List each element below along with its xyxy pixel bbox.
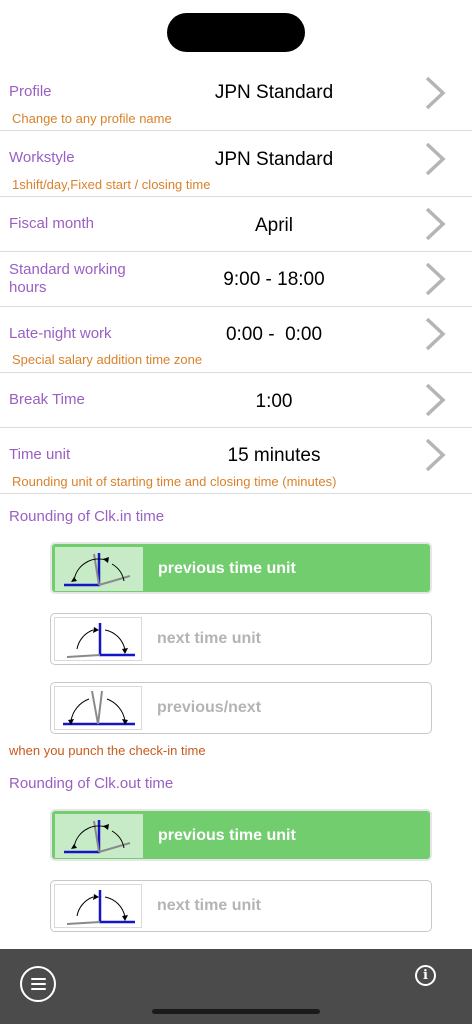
standard-working-hours-row[interactable]: Standard working hours 9:00 - 18:00 xyxy=(0,252,472,307)
row-label: Break Time xyxy=(9,391,85,408)
chevron-right-icon xyxy=(425,383,446,417)
info-icon[interactable]: i xyxy=(415,965,436,986)
menu-icon[interactable] xyxy=(20,966,56,1002)
clock-out-next-option[interactable]: next time unit xyxy=(50,880,432,932)
clock-in-previous-option[interactable]: previous time unit xyxy=(50,542,432,594)
row-label: Standard working hours xyxy=(9,261,126,296)
round-previous-icon xyxy=(55,814,143,858)
option-label: next time unit xyxy=(157,897,262,914)
clock-in-next-option[interactable]: next time unit xyxy=(50,613,432,665)
round-previous-next-icon xyxy=(54,686,142,730)
break-time-row[interactable]: Break Time 1:00 xyxy=(0,373,472,428)
chevron-right-icon xyxy=(425,438,446,472)
row-label: Profile xyxy=(9,83,52,100)
round-previous-icon xyxy=(55,547,143,591)
row-label: Workstyle xyxy=(9,149,75,166)
device-notch xyxy=(167,13,305,52)
row-subtext: Rounding unit of starting time and closi… xyxy=(12,474,337,489)
row-value: JPN Standard xyxy=(214,82,334,103)
workstyle-row[interactable]: Workstyle JPN Standard 1shift/day,Fixed … xyxy=(0,131,472,197)
clock-in-note: when you punch the check-in time xyxy=(9,743,206,758)
row-subtext: 1shift/day,Fixed start / closing time xyxy=(12,177,211,192)
row-value: JPN Standard xyxy=(214,149,334,170)
round-next-icon xyxy=(54,617,142,661)
row-subtext: Special salary addition time zone xyxy=(12,352,203,367)
option-label: next time unit xyxy=(157,630,262,647)
chevron-right-icon xyxy=(425,76,446,110)
home-indicator xyxy=(152,1009,320,1014)
row-value: 15 minutes xyxy=(227,445,321,466)
clock-out-previous-option[interactable]: previous time unit xyxy=(50,809,432,861)
option-label: previous time unit xyxy=(158,560,296,577)
fiscal-month-row[interactable]: Fiscal month April xyxy=(0,197,472,252)
row-value: 1:00 xyxy=(255,391,293,412)
row-value: 0:00 - 0:00 xyxy=(225,324,323,345)
row-subtext: Change to any profile name xyxy=(12,111,172,126)
clock-in-previous-next-option[interactable]: previous/next xyxy=(50,682,432,734)
time-unit-row[interactable]: Time unit 15 minutes Rounding unit of st… xyxy=(0,428,472,494)
row-label: Time unit xyxy=(9,446,71,463)
round-next-icon xyxy=(54,884,142,928)
option-label: previous time unit xyxy=(158,827,296,844)
chevron-right-icon xyxy=(425,207,446,241)
profile-row[interactable]: Profile JPN Standard Change to any profi… xyxy=(0,64,472,131)
clock-in-rounding-title: Rounding of Clk.in time xyxy=(9,508,165,525)
row-label: Late-night work xyxy=(9,325,112,342)
chevron-right-icon xyxy=(425,262,446,296)
option-label: previous/next xyxy=(157,699,262,716)
chevron-right-icon xyxy=(425,142,446,176)
chevron-right-icon xyxy=(425,317,446,351)
row-label: Fiscal month xyxy=(9,215,95,232)
clock-out-rounding-title: Rounding of Clk.out time xyxy=(9,775,174,792)
late-night-work-row[interactable]: Late-night work 0:00 - 0:00 Special sala… xyxy=(0,307,472,373)
row-value: April xyxy=(254,215,293,236)
settings-list: Profile JPN Standard Change to any profi… xyxy=(0,64,472,494)
row-value: 9:00 - 18:00 xyxy=(223,269,325,290)
